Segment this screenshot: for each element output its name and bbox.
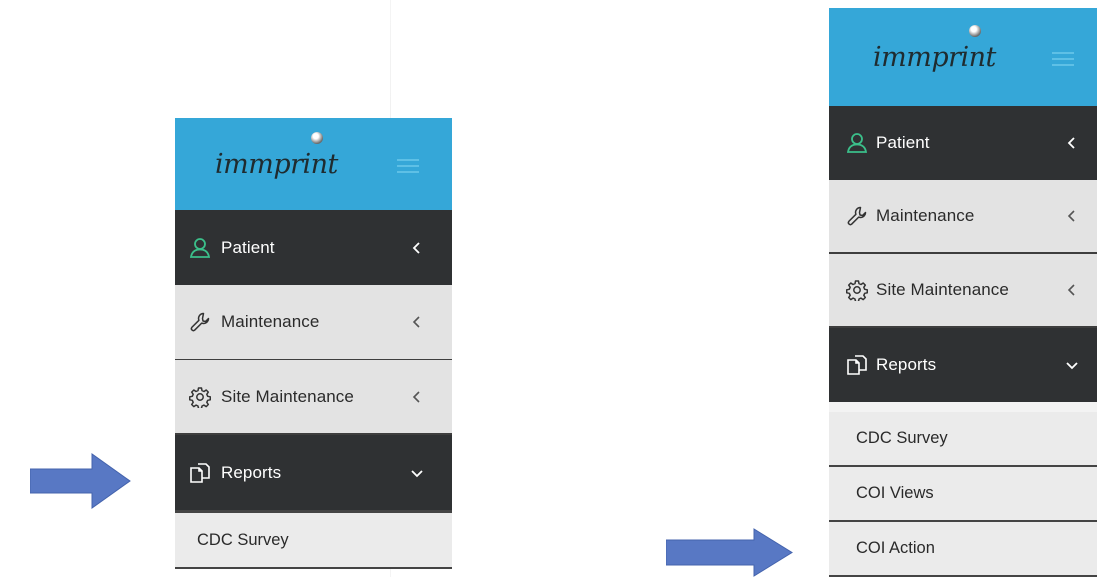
sidebar-left: immprint Patient Maintenance Site Mainte… — [175, 118, 452, 577]
logo-text: immprint — [873, 41, 996, 73]
logo-dot-icon — [311, 131, 323, 144]
sidebar-item-label: Site Maintenance — [221, 386, 354, 406]
chevron-left-icon — [1065, 209, 1079, 223]
sidebar-item-patient[interactable]: Patient — [175, 210, 452, 285]
submenu-item-coi-views[interactable]: COI Views — [829, 467, 1097, 522]
pointer-arrow-icon — [30, 453, 131, 509]
chevron-left-icon — [1065, 136, 1079, 150]
sidebar-item-patient[interactable]: Patient — [829, 106, 1097, 180]
chevron-down-icon — [410, 466, 424, 480]
sidebar-item-site-maintenance[interactable]: Site Maintenance — [175, 360, 452, 435]
submenu-item-label: COI Action — [856, 539, 935, 557]
submenu-item-label: COI Views — [856, 484, 934, 502]
sidebar-item-site-maintenance[interactable]: Site Maintenance — [829, 254, 1097, 328]
sidebar-item-label: Maintenance — [221, 312, 320, 331]
immprint-logo[interactable]: immprint — [873, 24, 996, 73]
brand-bar: immprint — [175, 118, 452, 210]
immprint-logo[interactable]: immprint — [215, 131, 338, 180]
wrench-icon — [188, 310, 212, 334]
gear-icon — [845, 278, 869, 302]
document-icon — [845, 353, 869, 377]
chevron-left-icon — [410, 315, 424, 329]
sidebar-item-label: Maintenance — [876, 206, 975, 225]
user-icon — [188, 236, 212, 260]
sidebar-item-maintenance[interactable]: Maintenance — [175, 285, 452, 360]
brand-bar: immprint — [829, 8, 1097, 106]
sidebar-item-label: Reports — [221, 462, 282, 482]
sidebar-item-maintenance[interactable]: Maintenance — [829, 180, 1097, 254]
sidebar-item-label: Reports — [876, 355, 937, 374]
submenu-item-coi-action[interactable]: COI Action — [829, 522, 1097, 577]
chevron-down-icon — [1065, 358, 1079, 372]
logo-text: immprint — [215, 148, 338, 180]
sidebar-item-label: Site Maintenance — [876, 280, 1009, 299]
submenu-item-label: CDC Survey — [856, 429, 948, 447]
hamburger-menu-icon[interactable] — [1052, 52, 1074, 66]
chevron-left-icon — [410, 241, 424, 255]
sidebar-right: immprint Patient Maintenance Site Mainte… — [829, 8, 1097, 577]
document-icon — [188, 461, 212, 485]
chevron-left-icon — [1065, 283, 1079, 297]
gear-icon — [188, 385, 212, 409]
submenu-item-cdc-survey[interactable]: CDC Survey — [829, 402, 1097, 467]
submenu-item-cdc-survey[interactable]: CDC Survey — [175, 510, 452, 569]
pointer-arrow-icon — [666, 528, 793, 577]
hamburger-menu-icon[interactable] — [397, 159, 419, 173]
sidebar-item-label: Patient — [876, 133, 930, 152]
logo-dot-icon — [969, 24, 981, 37]
wrench-icon — [845, 204, 869, 228]
sidebar-item-label: Patient — [221, 237, 275, 257]
user-icon — [845, 131, 869, 155]
chevron-left-icon — [410, 390, 424, 404]
sidebar-item-reports[interactable]: Reports — [175, 435, 452, 510]
sidebar-item-reports[interactable]: Reports — [829, 328, 1097, 402]
submenu-item-label: CDC Survey — [197, 530, 289, 549]
